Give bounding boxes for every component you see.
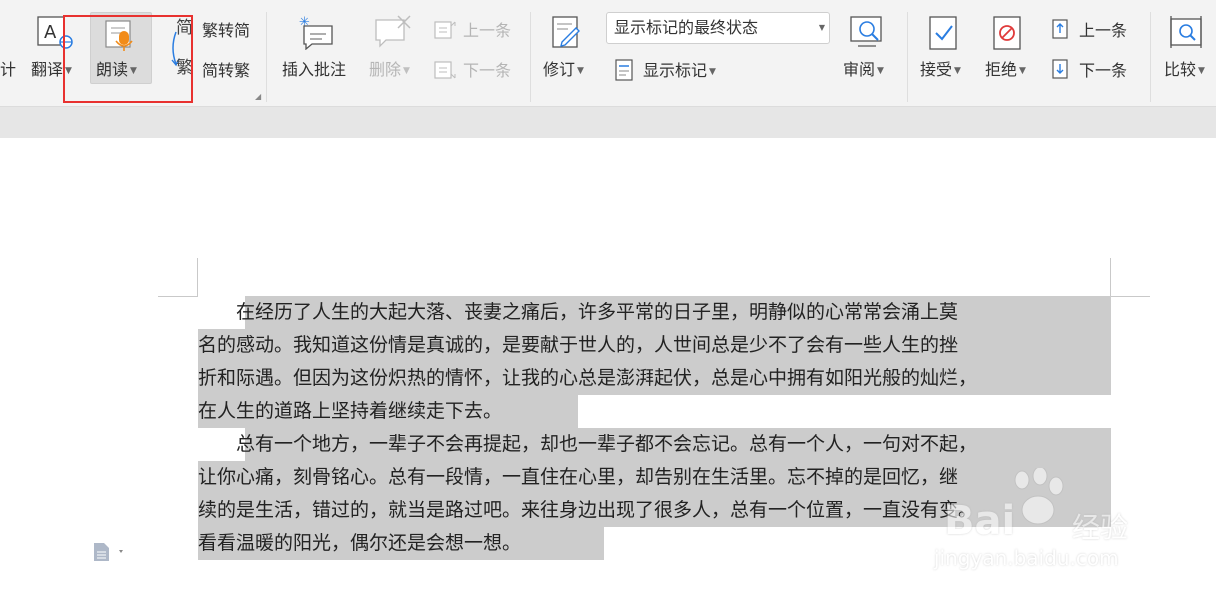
prev-comment-button[interactable]: 上一条 bbox=[463, 21, 511, 41]
insert-comment-icon: ✳ bbox=[299, 15, 333, 50]
track-changes-icon bbox=[552, 16, 580, 48]
paragraph-line[interactable]: 总有一个地方，一辈子不会再提起，却也一辈子都不会忘记。总有一个人，一句对不起， bbox=[198, 428, 977, 461]
dropdown-caret-icon: ▼ bbox=[954, 66, 961, 76]
insert-comment-label: 插入批注 bbox=[282, 60, 347, 79]
prev-change-button[interactable]: 上一条 bbox=[1079, 21, 1127, 41]
chevron-down-icon: ▼ bbox=[818, 23, 825, 32]
translate-label: 翻译 bbox=[31, 60, 64, 79]
crop-mark bbox=[1110, 296, 1150, 297]
document-icon bbox=[94, 543, 123, 561]
reject-icon bbox=[993, 16, 1021, 50]
review-label: 审阅 bbox=[843, 60, 876, 79]
prev-change-icon bbox=[1052, 19, 1068, 39]
document-page: 在经历了人生的大起大落、丧妻之痛后，许多平常的日子里，明静似的心常常会涌上莫 名… bbox=[0, 138, 1216, 595]
ribbon-divider bbox=[1150, 12, 1151, 102]
document-area-gap bbox=[0, 106, 1216, 138]
paragraph-line[interactable]: 名的感动。我知道这份情是真诚的，是要献于世人的，人世间总是少不了会有一些人生的挫 bbox=[198, 329, 958, 362]
next-comment-icon bbox=[434, 61, 456, 79]
document-options-button[interactable] bbox=[92, 541, 126, 567]
watermark-suffix: 经验 bbox=[1072, 511, 1129, 544]
review-icon bbox=[850, 16, 882, 47]
ribbon-divider bbox=[530, 12, 531, 102]
paragraph-line[interactable]: 折和际遇。但因为这份炽热的情怀，让我的心总是澎湃起伏，总是心中拥有如阳光般的灿烂… bbox=[198, 362, 977, 395]
paragraph-line[interactable]: 让你心痛，刻骨铭心。总有一段情，一直住在心里，却告别在生活里。忘不掉的是回忆，继 bbox=[198, 461, 958, 494]
ribbon-toolbar: 计 A 翻译 ▼ 朗读 ▼ 简 繁 繁转简 简转繁 ◢ ✳ 插入批注 删除 ▼ … bbox=[0, 0, 1216, 106]
dropdown-caret-icon: ▼ bbox=[709, 67, 716, 77]
show-markup-icon bbox=[615, 59, 633, 81]
watermark-url: jingyan.baidu.com bbox=[934, 546, 1119, 570]
watermark: Bai 经验 jingyan.baidu.com bbox=[934, 468, 1154, 570]
display-mode-select[interactable]: 显示标记的最终状态 ▼ bbox=[606, 12, 830, 44]
group-expand-icon[interactable]: ◢ bbox=[255, 92, 261, 101]
dropdown-caret-icon: ▼ bbox=[403, 66, 410, 76]
crop-mark bbox=[1110, 258, 1111, 296]
dropdown-caret-icon: ▼ bbox=[877, 66, 884, 76]
next-comment-button[interactable]: 下一条 bbox=[463, 61, 511, 81]
dropdown-caret-icon: ▼ bbox=[1019, 66, 1026, 76]
reject-label: 拒绝 bbox=[985, 60, 1018, 79]
delete-label: 删除 bbox=[369, 60, 402, 79]
compare-label: 比较 bbox=[1164, 60, 1197, 79]
ribbon-partial-label: 计 bbox=[0, 60, 17, 79]
paragraph-line[interactable]: 在经历了人生的大起大落、丧妻之痛后，许多平常的日子里，明静似的心常常会涌上莫 bbox=[198, 296, 958, 329]
ribbon-divider bbox=[907, 12, 908, 102]
paragraph-line[interactable]: 在人生的道路上坚持着继续走下去。 bbox=[198, 395, 502, 428]
crop-mark bbox=[197, 258, 198, 296]
accept-label: 接受 bbox=[920, 60, 953, 79]
display-mode-value: 显示标记的最终状态 bbox=[614, 18, 759, 37]
dropdown-caret-icon: ▼ bbox=[1198, 66, 1205, 76]
accept-icon bbox=[929, 16, 957, 50]
next-change-icon bbox=[1052, 59, 1068, 79]
prev-comment-icon bbox=[434, 21, 456, 39]
paragraph-line[interactable]: 续的是生活，错过的，就当是路过吧。来往身边出现了很多人，总有一个位置，一直没有变… bbox=[198, 494, 977, 527]
track-changes-label: 修订 bbox=[543, 60, 576, 79]
dropdown-caret-icon: ▼ bbox=[577, 66, 584, 76]
show-markup-label: 显示标记 bbox=[643, 61, 708, 80]
paw-icon bbox=[1014, 468, 1064, 525]
compare-icon bbox=[1170, 16, 1202, 48]
to-traditional-button[interactable]: 简转繁 bbox=[202, 61, 250, 81]
svg-text:A: A bbox=[44, 22, 57, 43]
watermark-brand: Bai bbox=[944, 498, 1016, 544]
show-markup-button[interactable]: 显示标记 ▼ bbox=[643, 61, 716, 82]
next-change-button[interactable]: 下一条 bbox=[1079, 61, 1127, 81]
highlight-annotation-box bbox=[63, 15, 193, 103]
crop-mark bbox=[158, 296, 198, 297]
paragraph-line[interactable]: 看看温暖的阳光，偶尔还是会想一想。 bbox=[198, 527, 521, 560]
ribbon-divider bbox=[266, 12, 267, 102]
to-simplified-button[interactable]: 繁转简 bbox=[202, 21, 250, 41]
delete-comment-icon bbox=[375, 15, 411, 48]
